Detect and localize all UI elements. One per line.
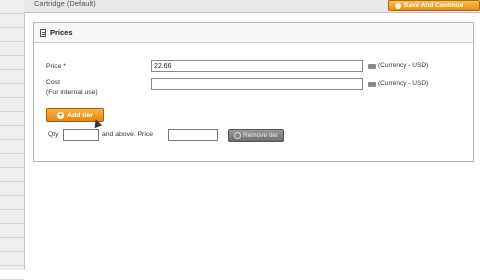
price-label: Price * bbox=[46, 63, 67, 70]
prices-panel-header: Prices bbox=[34, 23, 473, 43]
cost-currency-label: (Currency - USD) bbox=[378, 80, 429, 87]
cost-sublabel: (For internal use) bbox=[46, 89, 98, 96]
save-and-continue-button[interactable]: Save And Continue bbox=[388, 0, 480, 11]
gutter-row bbox=[0, 56, 24, 70]
prices-panel: Prices Price * 22.66 (Currency - USD) Co… bbox=[33, 22, 474, 162]
remove-tier-label: Remove tier bbox=[242, 132, 279, 139]
tier-price-input[interactable] bbox=[168, 129, 218, 141]
gutter-row bbox=[0, 168, 24, 182]
gutter-row bbox=[0, 0, 24, 14]
gutter-row bbox=[0, 98, 24, 112]
currency-icon bbox=[368, 64, 376, 69]
qty-label: Qty bbox=[48, 131, 59, 138]
gutter-row bbox=[0, 28, 24, 42]
document-icon bbox=[40, 28, 46, 37]
price-currency-label: (Currency - USD) bbox=[378, 62, 429, 69]
remove-icon bbox=[233, 132, 241, 139]
remove-tier-button[interactable]: Remove tier bbox=[228, 129, 284, 142]
gutter-row bbox=[0, 238, 24, 252]
gutter-row bbox=[0, 196, 24, 210]
gutter-row bbox=[0, 14, 24, 28]
gutter-row bbox=[0, 112, 24, 126]
page-title: Cartridge (Default) bbox=[34, 0, 96, 8]
left-gutter bbox=[0, 0, 25, 280]
and-above-price-label: and above. Price bbox=[102, 131, 154, 138]
cost-input[interactable] bbox=[151, 78, 363, 90]
gutter-row bbox=[0, 70, 24, 84]
qty-input[interactable] bbox=[63, 129, 99, 141]
gutter-row bbox=[0, 84, 24, 98]
gutter-row bbox=[0, 154, 24, 168]
add-tier-label: Add tier bbox=[67, 111, 93, 119]
price-input[interactable]: 22.66 bbox=[151, 60, 363, 72]
gutter-row bbox=[0, 252, 24, 266]
gutter-row bbox=[0, 224, 24, 238]
gutter-row bbox=[0, 126, 24, 140]
save-icon bbox=[395, 2, 401, 9]
plus-icon: + bbox=[57, 111, 65, 119]
gutter-row bbox=[0, 182, 24, 196]
cost-label: Cost bbox=[46, 79, 60, 86]
gutter-row bbox=[0, 210, 24, 224]
save-and-continue-label: Save And Continue bbox=[404, 2, 464, 9]
currency-icon bbox=[368, 82, 376, 87]
gutter-row bbox=[0, 42, 24, 56]
gutter-row bbox=[0, 266, 24, 280]
prices-panel-title: Prices bbox=[50, 28, 73, 37]
gutter-row bbox=[0, 140, 24, 154]
